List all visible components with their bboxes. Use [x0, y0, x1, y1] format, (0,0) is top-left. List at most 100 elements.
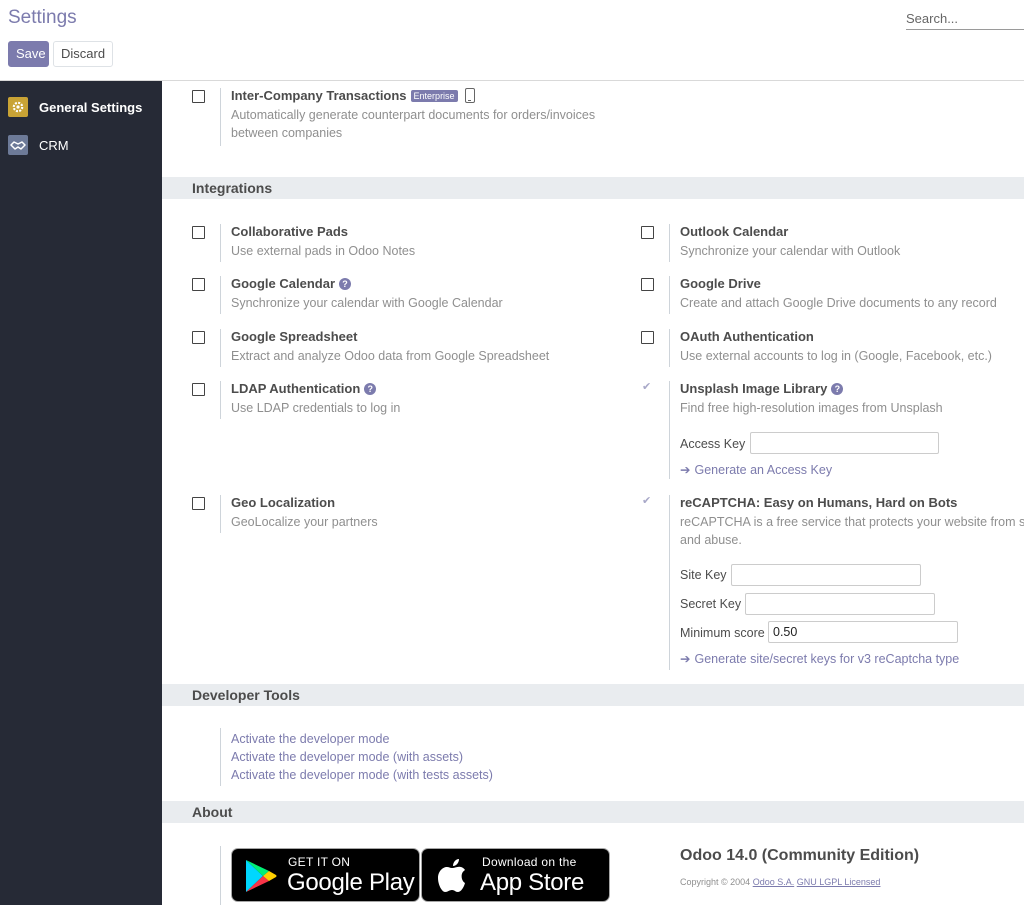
setting-title-text: Inter-Company Transactions [231, 88, 407, 103]
setting-recaptcha: reCAPTCHA: Easy on Humans, Hard on Bots … [641, 494, 1024, 670]
google-play-main-text: Google Play [287, 869, 415, 896]
sidebar-item-crm[interactable]: CRM [0, 130, 162, 160]
setting-title: Collaborative Pads [231, 224, 349, 239]
site-key-label: Site Key [680, 568, 727, 582]
setting-title: Google Spreadsheet [231, 329, 358, 344]
setting-description: Automatically generate counterpart docum… [231, 106, 595, 142]
minimum-score-label: Minimum score [680, 626, 765, 640]
sidebar-item-general-settings[interactable]: General Settings [0, 92, 162, 122]
sidebar-item-label: General Settings [39, 99, 143, 115]
setting-title-text: Google Calendar [231, 276, 336, 291]
setting-description: GeoLocalize your partners [231, 515, 378, 529]
license-link[interactable]: GNU LGPL Licensed [797, 877, 881, 887]
setting-google-spreadsheet: Google Spreadsheet Extract and analyze O… [192, 329, 612, 369]
secret-key-label: Secret Key [680, 597, 742, 611]
arrow-right-icon: ➔ [680, 463, 691, 477]
outlook-calendar-checkbox[interactable] [641, 226, 654, 239]
divider [220, 846, 221, 905]
search-input[interactable] [906, 8, 1024, 30]
description-line: and abuse. [680, 533, 742, 547]
control-panel: Settings Save Discard [0, 0, 1024, 81]
help-icon[interactable]: ? [339, 278, 352, 290]
collaborative-pads-checkbox[interactable] [192, 226, 205, 239]
app-store-badge[interactable]: Download on the App Store [421, 848, 610, 902]
google-drive-checkbox[interactable] [641, 278, 654, 291]
divider [669, 329, 670, 367]
link-text: Generate an Access Key [694, 463, 833, 477]
divider [669, 381, 670, 479]
divider [220, 728, 221, 786]
divider [220, 329, 221, 367]
setting-description: Find free high-resolution images from Un… [680, 401, 943, 415]
setting-inter-company: Inter-Company Transactions Enterprise Aut… [192, 88, 792, 148]
setting-description: reCAPTCHA is a free service that protect… [680, 513, 1024, 549]
arrow-right-icon: ➔ [680, 652, 691, 666]
google-play-badge[interactable]: GET IT ON Google Play [231, 848, 420, 902]
setting-title-text: Unsplash Image Library [680, 381, 828, 396]
unsplash-checkbox[interactable] [641, 380, 654, 396]
divider [220, 495, 221, 533]
site-key-input[interactable] [731, 564, 921, 586]
generate-access-key-link[interactable]: ➔ Generate an Access Key [680, 462, 832, 477]
setting-title-text: LDAP Authentication [231, 381, 361, 396]
recaptcha-checkbox[interactable] [641, 494, 654, 510]
help-icon[interactable]: ? [831, 383, 844, 395]
setting-title: Google Drive [680, 276, 761, 291]
setting-ldap: LDAP Authentication? Use LDAP credential… [192, 381, 612, 421]
setting-oauth: OAuth Authentication Use external accoun… [641, 329, 1024, 369]
activate-developer-mode-assets-link[interactable]: Activate the developer mode (with assets… [231, 750, 463, 764]
page-title: Settings [8, 7, 77, 28]
setting-title: Geo Localization [231, 495, 336, 510]
setting-description: Create and attach Google Drive documents… [680, 296, 997, 310]
setting-outlook-calendar: Outlook Calendar Synchronize your calend… [641, 224, 1024, 264]
inter-company-checkbox[interactable] [192, 90, 205, 103]
setting-title: OAuth Authentication [680, 329, 814, 344]
setting-google-calendar: Google Calendar? Synchronize your calend… [192, 276, 612, 316]
help-icon[interactable]: ? [364, 383, 377, 395]
setting-description: Use LDAP credentials to log in [231, 401, 401, 415]
divider [669, 495, 670, 670]
secret-key-input[interactable] [745, 593, 935, 615]
setting-collaborative-pads: Collaborative Pads Use external pads in … [192, 224, 612, 264]
divider [220, 381, 221, 419]
access-key-input[interactable] [750, 432, 939, 454]
description-line: Automatically generate counterpart docum… [231, 108, 596, 122]
google-calendar-checkbox[interactable] [192, 278, 205, 291]
setting-description: Use external pads in Odoo Notes [231, 244, 416, 258]
app-store-top-text: Download on the [482, 855, 577, 869]
setting-description: Synchronize your calendar with Outlook [680, 244, 901, 258]
description-line: between companies [231, 126, 343, 140]
discard-button[interactable]: Discard [53, 41, 113, 67]
divider [220, 88, 221, 146]
app-store-main-text: App Store [480, 869, 585, 896]
divider [669, 224, 670, 262]
odoo-company-link[interactable]: Odoo S.A. [753, 877, 795, 887]
minimum-score-input[interactable] [768, 621, 958, 643]
setting-title: Outlook Calendar [680, 224, 789, 239]
setting-title: reCAPTCHA: Easy on Humans, Hard on Bots [680, 495, 958, 510]
oauth-checkbox[interactable] [641, 331, 654, 344]
activate-developer-mode-link[interactable]: Activate the developer mode [231, 732, 389, 746]
setting-google-drive: Google Drive Create and attach Google Dr… [641, 276, 1024, 316]
generate-recaptcha-keys-link[interactable]: ➔ Generate site/secret keys for v3 reCapt… [680, 651, 959, 666]
setting-unsplash: Unsplash Image Library? Find free high-r… [641, 380, 1024, 481]
google-spreadsheet-checkbox[interactable] [192, 331, 205, 344]
enterprise-badge: Enterprise [410, 90, 458, 102]
setting-description: Use external accounts to log in (Google,… [680, 349, 992, 363]
divider [220, 224, 221, 262]
divider [220, 276, 221, 314]
apple-icon [438, 859, 465, 892]
activate-developer-mode-tests-link[interactable]: Activate the developer mode (with tests … [231, 768, 493, 782]
geo-localization-checkbox[interactable] [192, 497, 205, 510]
setting-title: Unsplash Image Library? [680, 381, 844, 396]
odoo-version-title: Odoo 14.0 (Community Edition) [680, 847, 920, 864]
ldap-checkbox[interactable] [192, 383, 205, 396]
copyright-prefix: Copyright © 2004 [680, 877, 751, 887]
section-integrations: Integrations [162, 177, 1024, 199]
save-button[interactable]: Save [8, 41, 49, 67]
description-line: reCAPTCHA is a free service that protect… [680, 515, 1024, 529]
sidebar-item-label: CRM [39, 137, 69, 153]
google-play-top-text: GET IT ON [288, 855, 351, 869]
setting-description: Synchronize your calendar with Google Ca… [231, 296, 503, 310]
setting-description: Extract and analyze Odoo data from Googl… [231, 349, 550, 363]
